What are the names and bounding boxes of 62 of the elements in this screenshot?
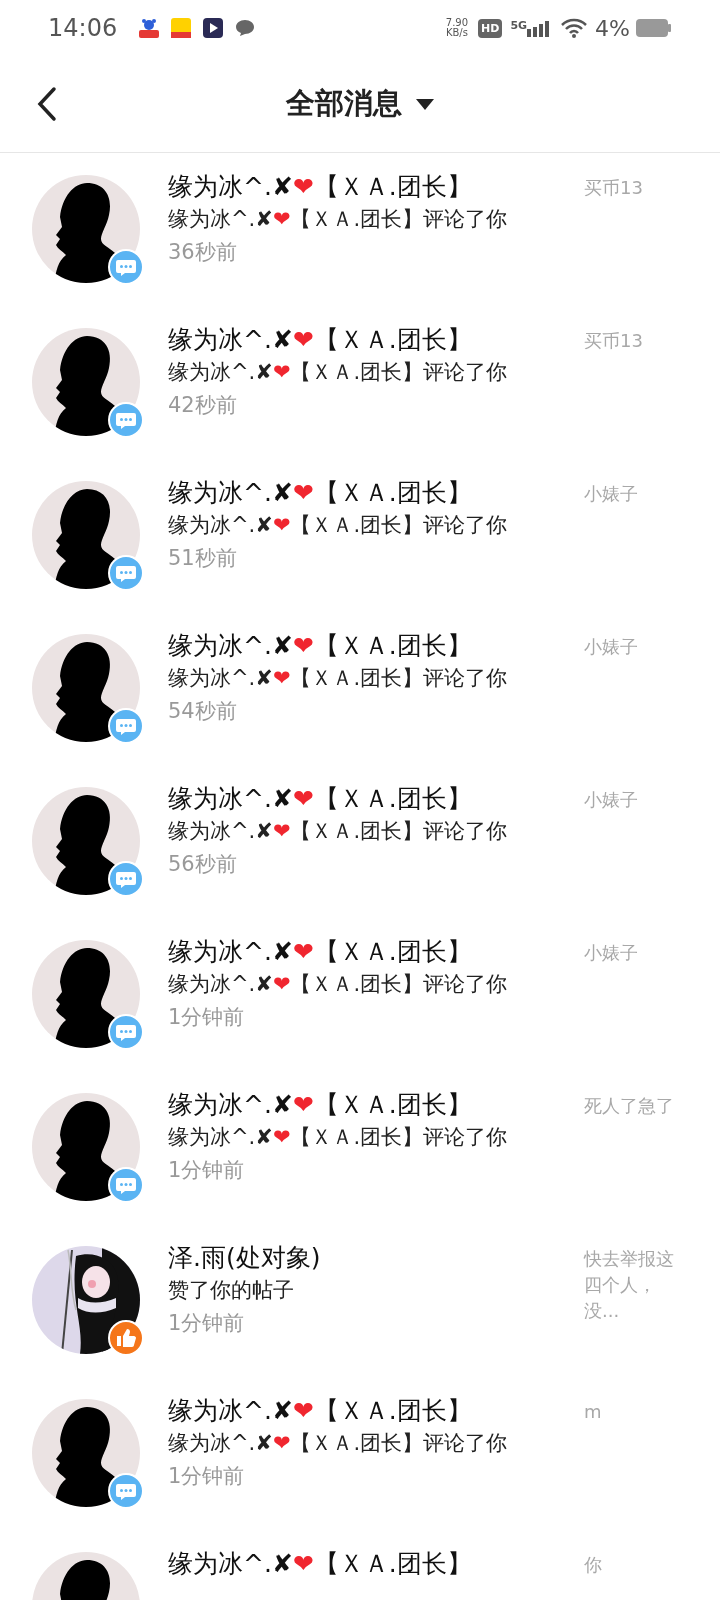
user-name: 缘为冰^.✘❤【ＸＡ.团长】 [168,1548,473,1580]
post-snippet: 小婊子 [584,941,639,965]
paw-app-icon [139,18,160,38]
post-snippet: 小婊子 [584,482,639,506]
comment-badge-icon [108,1473,144,1509]
message-time: 1分钟前 [168,1004,246,1031]
message-time: 1分钟前 [168,1463,246,1490]
message-text: 缘为冰^.✘❤【ＸＡ.团长】评论了你 [168,818,509,845]
back-button[interactable] [36,86,58,122]
user-name: 缘为冰^.✘❤【ＸＡ.团长】 [168,324,473,356]
message-text: 缘为冰^.✘❤【ＸＡ.团长】评论了你 [168,512,509,539]
post-snippet: 买币13 [584,176,644,200]
message-time: 56秒前 [168,851,238,878]
comment-badge-icon [108,708,144,744]
message-text: 缘为冰^.✘❤【ＸＡ.团长】评论了你 [168,359,509,386]
user-name: 缘为冰^.✘❤【ＸＡ.团长】 [168,477,473,509]
message-time: 42秒前 [168,392,238,419]
comment-badge-icon [108,555,144,591]
comment-badge-icon [108,1014,144,1050]
wifi-icon [561,18,588,38]
battery-percent: 4% [595,15,630,41]
message-text: 赞了你的帖子 [168,1277,295,1304]
message-text: 缘为冰^.✘❤【ＸＡ.团长】评论了你 [168,1124,509,1151]
battery-icon [636,19,672,37]
user-name: 泽.雨(处对象) [168,1242,322,1274]
square-app-icon [171,18,192,38]
post-snippet: 小婊子 [584,635,639,659]
user-name: 缘为冰^.✘❤【ＸＡ.团长】 [168,1089,473,1121]
thumbs-up-badge-icon [108,1320,144,1356]
comment-badge-icon [108,1167,144,1203]
message-filter-dropdown[interactable]: 全部消息 [286,84,434,124]
comment-badge-icon [108,861,144,897]
post-snippet: 买币13 [584,329,644,353]
post-snippet: m [584,1400,603,1424]
user-name: 缘为冰^.✘❤【ＸＡ.团长】 [168,630,473,662]
chat-bubble-icon [235,19,256,37]
network-type: 5G [510,19,528,32]
post-snippet: 死人了急了 [584,1094,675,1118]
play-app-icon [203,18,224,38]
message-text: 缘为冰^.✘❤【ＸＡ.团长】评论了你 [168,971,509,998]
message-time: 54秒前 [168,698,238,725]
post-snippet: 你 [584,1553,603,1577]
message-text: 缘为冰^.✘❤【ＸＡ.团长】评论了你 [168,665,509,692]
hd-icon: HD [478,18,503,38]
post-snippet: 小婊子 [584,788,639,812]
user-name: 缘为冰^.✘❤【ＸＡ.团长】 [168,1395,473,1427]
user-name: 缘为冰^.✘❤【ＸＡ.团长】 [168,171,473,203]
message-time: 1分钟前 [168,1310,246,1337]
user-name: 缘为冰^.✘❤【ＸＡ.团长】 [168,783,473,815]
message-time: 51秒前 [168,545,238,572]
signal-icon [527,19,550,37]
caret-icon [416,98,434,110]
user-name: 缘为冰^.✘❤【ＸＡ.团长】 [168,936,473,968]
post-snippet: 快去举报这四个人，没... [584,1247,675,1323]
message-time: 36秒前 [168,239,238,266]
message-text: 缘为冰^.✘❤【ＸＡ.团长】评论了你 [168,1430,509,1457]
message-time: 1分钟前 [168,1157,246,1184]
comment-badge-icon [108,402,144,438]
network-speed: 7.90 KB/s [445,18,469,38]
comment-badge-icon [108,249,144,285]
message-text: 缘为冰^.✘❤【ＸＡ.团长】评论了你 [168,206,509,233]
clock-time: 14:06 [48,14,118,42]
